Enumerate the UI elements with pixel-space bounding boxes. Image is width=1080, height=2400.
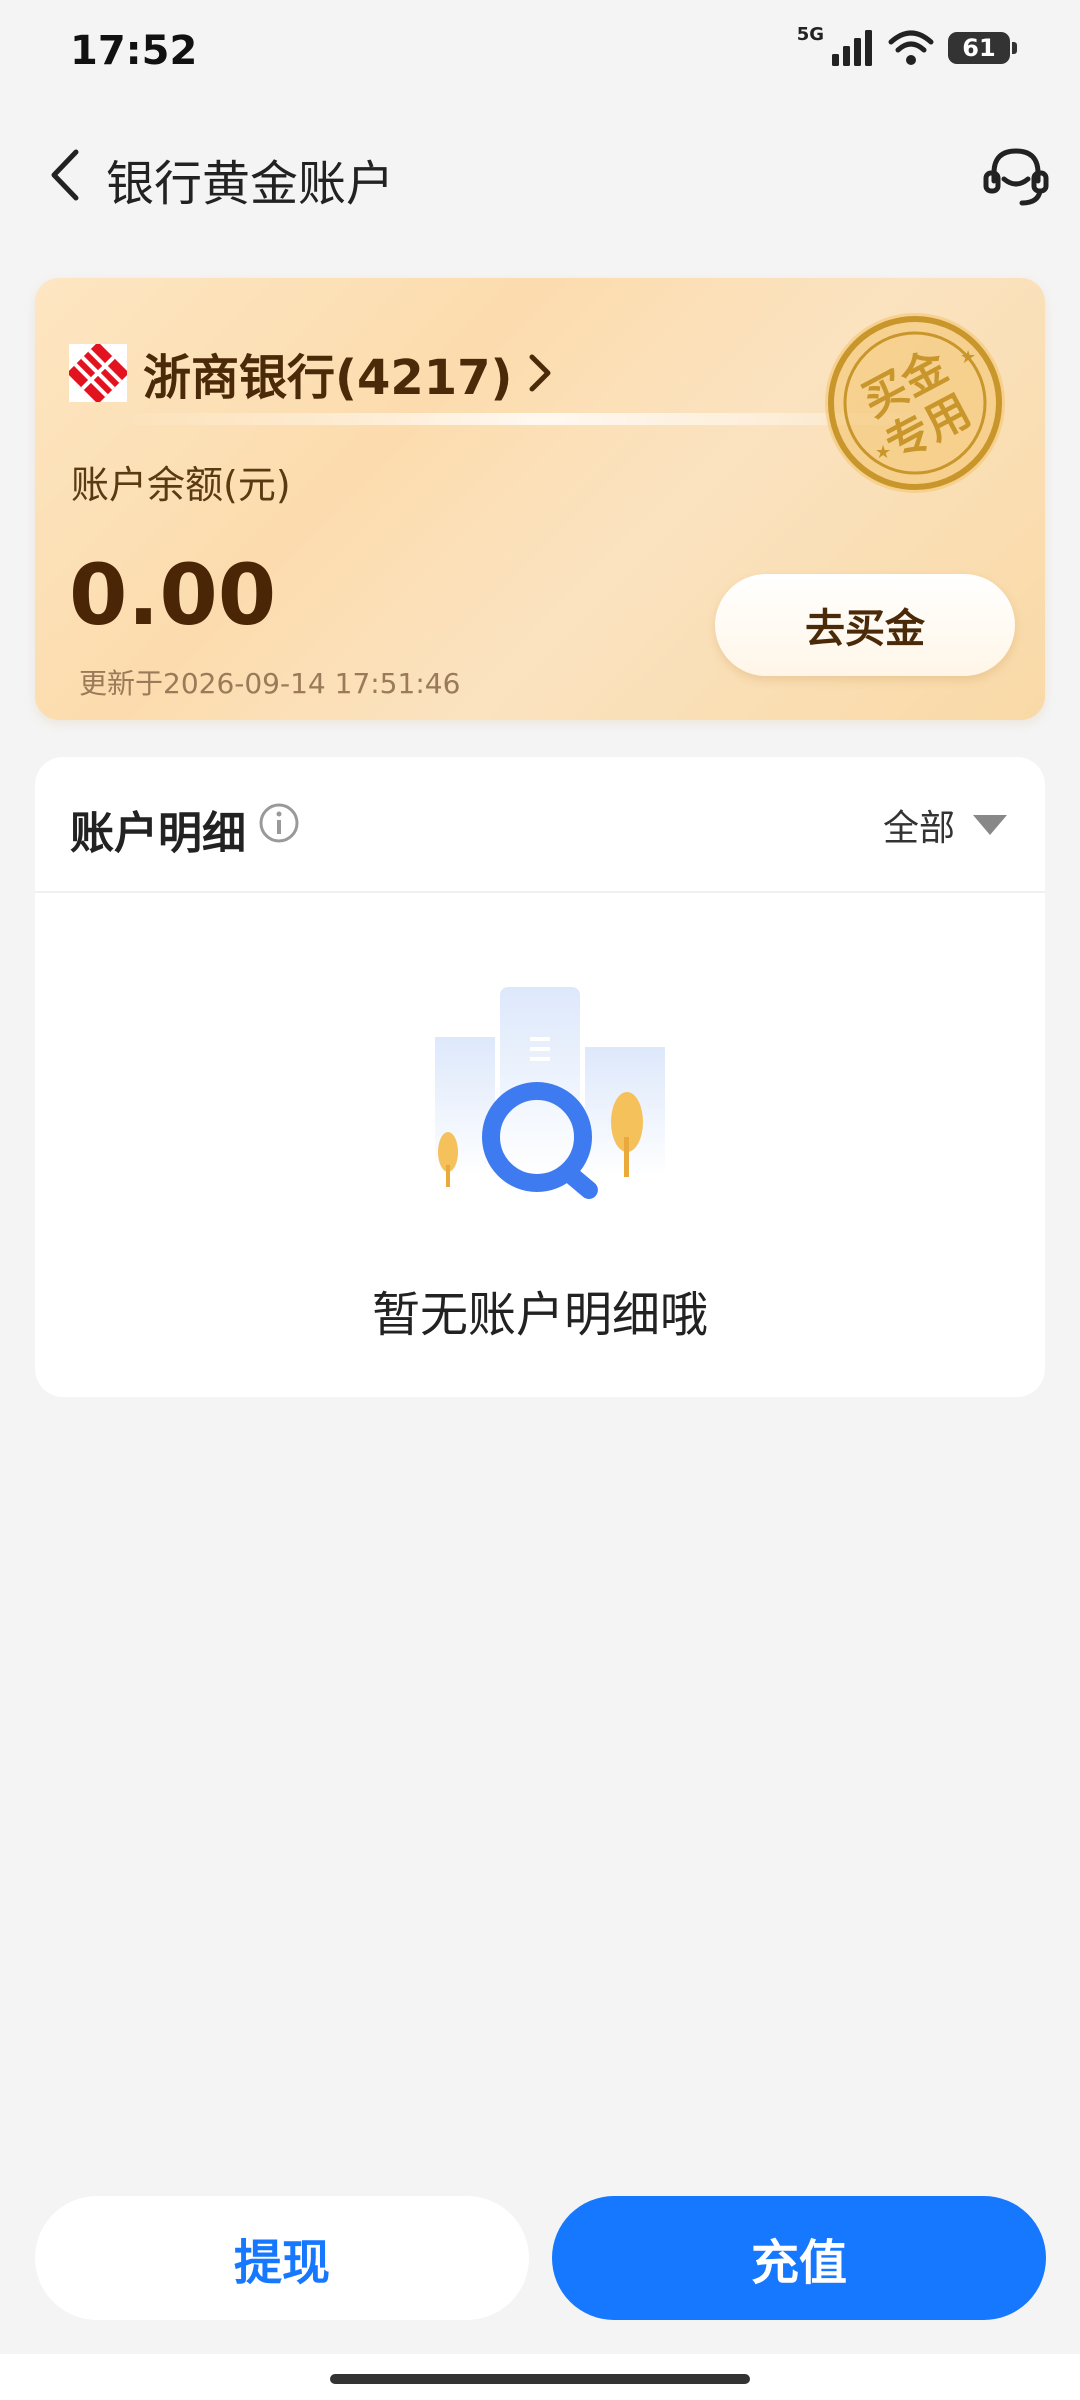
caret-down-icon <box>973 815 1007 835</box>
battery-level: 61 <box>962 34 996 62</box>
status-bar: 17:52 5G 61 <box>0 0 1080 110</box>
battery-icon: 61 <box>948 32 1017 64</box>
svg-text:★: ★ <box>960 347 976 368</box>
filter-label: 全部 <box>882 808 955 849</box>
recharge-button[interactable]: 充值 <box>552 2196 1046 2320</box>
balance-value: 0.00 <box>69 546 277 644</box>
headset-icon <box>983 148 1049 206</box>
info-icon[interactable] <box>257 801 301 845</box>
back-arrow-icon <box>51 149 79 201</box>
detail-title: 账户明细 <box>70 808 246 859</box>
back-button[interactable] <box>30 140 100 210</box>
withdraw-button[interactable]: 提现 <box>35 2196 529 2320</box>
status-time: 17:52 <box>70 28 198 74</box>
customer-service-button[interactable] <box>978 138 1054 214</box>
status-icons: 5G 61 <box>797 24 1017 66</box>
page-title: 银行黄金账户 <box>106 156 395 212</box>
detail-header: 账户明细 全部 <box>35 757 1045 893</box>
signal-icon <box>832 30 872 66</box>
home-indicator[interactable] <box>330 2374 750 2384</box>
update-time: 更新于2026-09-14 17:51:46 <box>79 667 461 700</box>
account-detail-card: 账户明细 全部 暂无账户明细哦 <box>35 757 1045 1397</box>
empty-state-text: 暂无账户明细哦 <box>371 1287 708 1343</box>
chevron-right-icon <box>529 354 551 392</box>
bank-name: 浙商银行(4217) <box>143 350 513 406</box>
buy-gold-stamp-icon: 买金 专用 ★ ★ <box>825 313 1005 493</box>
bank-selector[interactable]: 浙商银行(4217) <box>69 338 552 408</box>
svg-text:★: ★ <box>875 442 891 463</box>
header: 银行黄金账户 <box>0 130 1080 220</box>
wifi-icon <box>888 30 934 65</box>
buy-gold-button[interactable]: 去买金 <box>715 574 1015 676</box>
bank-logo-icon <box>69 344 127 402</box>
empty-search-illustration-icon <box>435 987 665 1199</box>
balance-label: 账户余额(元) <box>71 463 291 507</box>
network-label: 5G <box>796 23 824 45</box>
detail-filter-dropdown[interactable]: 全部 <box>883 799 1009 851</box>
gold-account-card: 浙商银行(4217) 账户余额(元) 0.00 更新于2026-09-14 17… <box>35 278 1045 720</box>
